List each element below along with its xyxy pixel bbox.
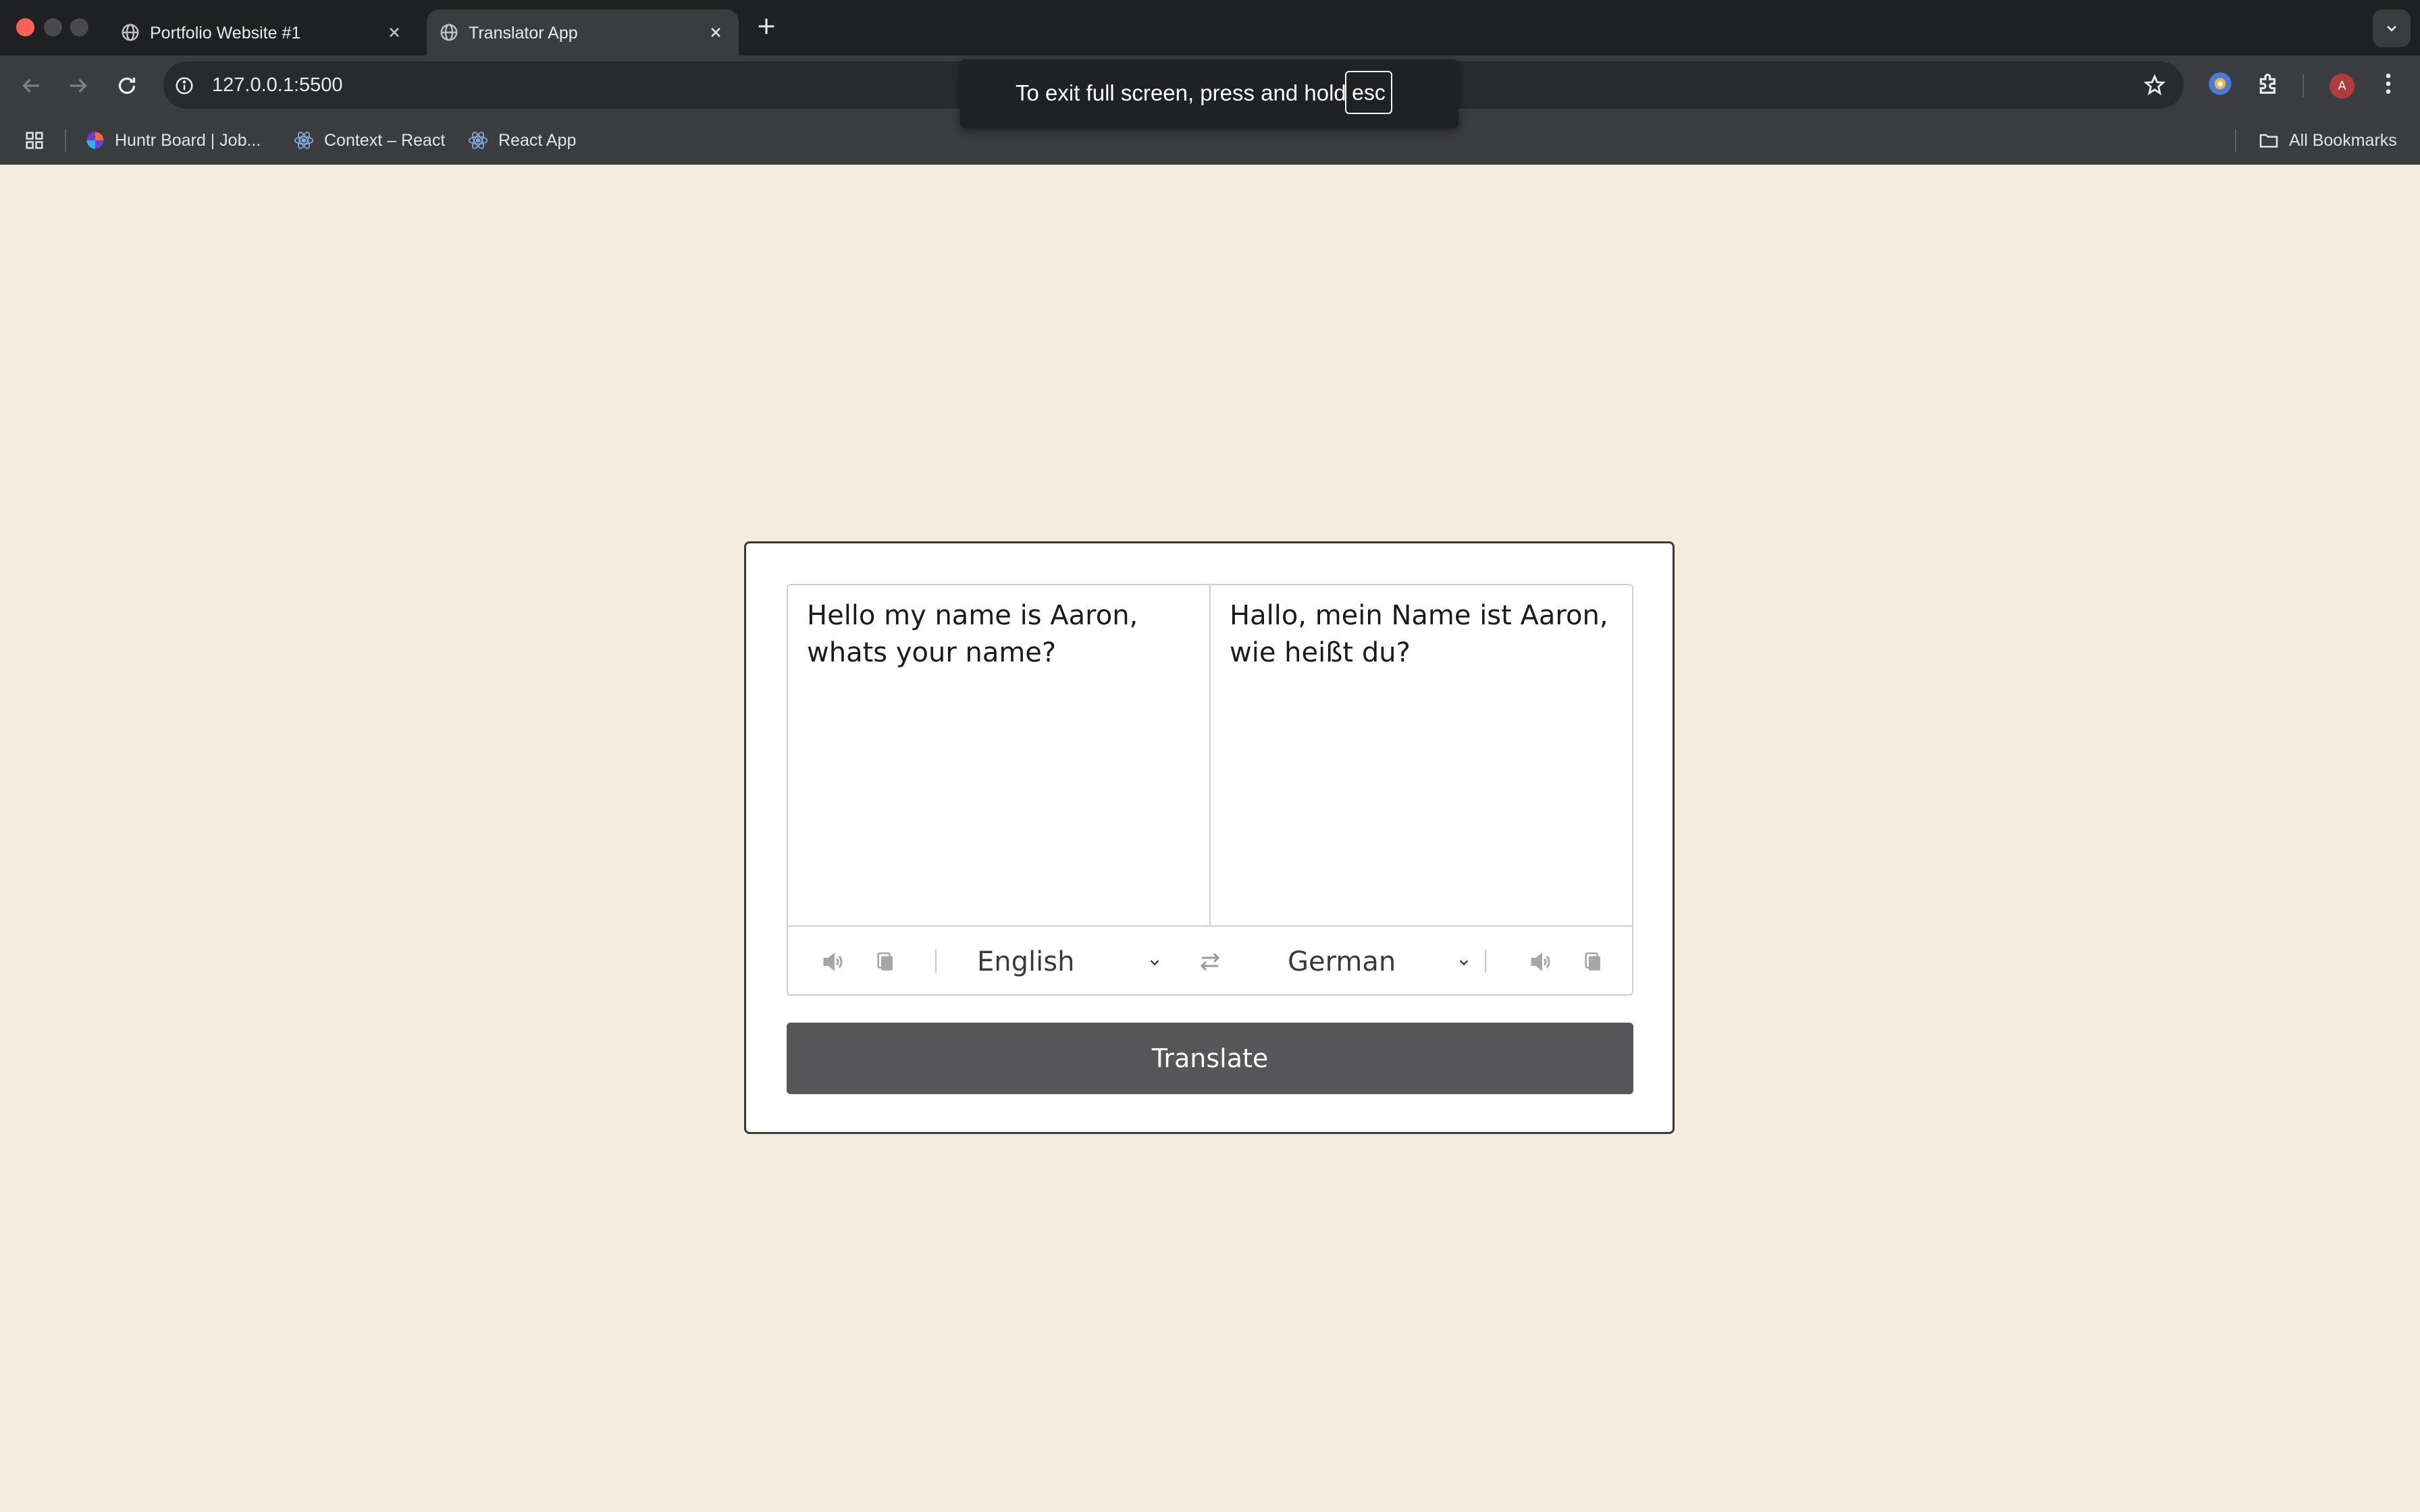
fullscreen-notice-text: To exit full screen, press and hold [1016,80,1346,105]
translation-panel: Hello my name is Aaron, whats your name?… [787,584,1633,996]
bookmarks-separator [65,129,66,152]
close-icon[interactable] [386,24,402,40]
copy-icon[interactable] [1582,950,1605,974]
copy-icon[interactable] [874,950,897,974]
extensions-puzzle-icon[interactable] [2255,70,2282,97]
bookmark-label: Huntr Board | Job... [115,130,261,150]
folder-icon [2259,134,2278,148]
bookmark-label: Context – React [324,130,446,150]
chevron-down-icon [1459,960,1469,966]
tab-title: Translator App [469,24,578,43]
source-text-input[interactable]: Hello my name is Aaron, whats your name? [788,585,1211,925]
target-language-select[interactable]: German [1288,942,1477,982]
tab-translator-app[interactable]: Translator App [427,9,739,55]
fullscreen-exit-notice: To exit full screen, press and hold esc [960,59,1458,128]
bookmarks-separator [2235,129,2236,152]
bookmark-react-app[interactable]: React App [467,116,576,165]
site-info-icon[interactable] [174,76,194,96]
controls-divider [935,950,937,973]
new-tab-icon[interactable] [755,15,778,38]
speaker-icon[interactable] [1528,950,1552,974]
bookmark-context-react[interactable]: Context – React [293,116,445,165]
huntr-logo-icon [86,132,104,149]
more-menu-icon[interactable] [2378,70,2398,97]
window-close-button[interactable] [16,18,34,36]
source-language-select[interactable]: English [977,942,1166,982]
bookmark-star-icon[interactable] [2143,74,2166,97]
all-bookmarks-label: All Bookmarks [2289,130,2397,150]
swap-languages-icon[interactable] [1197,950,1223,974]
target-language-label: German [1288,946,1396,977]
tab-title: Portfolio Website #1 [150,24,301,43]
react-logo-icon [294,132,314,149]
chevron-down-icon [1150,960,1159,966]
translated-text-output[interactable]: Hallo, mein Name ist Aaron, wie heißt du… [1211,585,1632,925]
extension-logo-icon[interactable] [2207,70,2234,97]
translation-controls: English German [788,925,1632,994]
bookmark-huntr-board[interactable]: Huntr Board | Job... [85,116,261,165]
all-bookmarks-button[interactable]: All Bookmarks [2258,116,2397,165]
globe-icon [440,24,458,41]
window-minimize-button[interactable] [44,18,62,36]
esc-key-hint: esc [1345,71,1392,114]
tab-search-button[interactable] [2373,9,2411,47]
apps-grid-icon [26,132,43,149]
toolbar-separator [2303,74,2304,97]
apps-button[interactable] [24,116,45,165]
close-icon[interactable] [708,24,724,40]
profile-avatar[interactable]: A [2330,74,2355,99]
tab-portfolio-website[interactable]: Portfolio Website #1 [108,9,417,55]
reload-icon[interactable] [115,74,139,98]
controls-divider [1485,950,1486,973]
globe-icon [122,24,139,41]
window-maximize-button[interactable] [70,18,88,36]
speaker-icon[interactable] [820,950,845,974]
chevron-down-icon [2387,26,2396,32]
translate-button[interactable]: Translate [787,1023,1633,1094]
bookmark-label: React App [498,130,577,150]
back-arrow-icon[interactable] [19,74,43,98]
translator-card: Hello my name is Aaron, whats your name?… [744,541,1675,1134]
tab-strip: Portfolio Website #1 Translator App [0,0,2420,55]
forward-arrow-icon[interactable] [66,74,90,98]
react-logo-icon [468,132,488,149]
address-text: 127.0.0.1:5500 [212,74,343,96]
source-language-label: English [977,946,1075,977]
